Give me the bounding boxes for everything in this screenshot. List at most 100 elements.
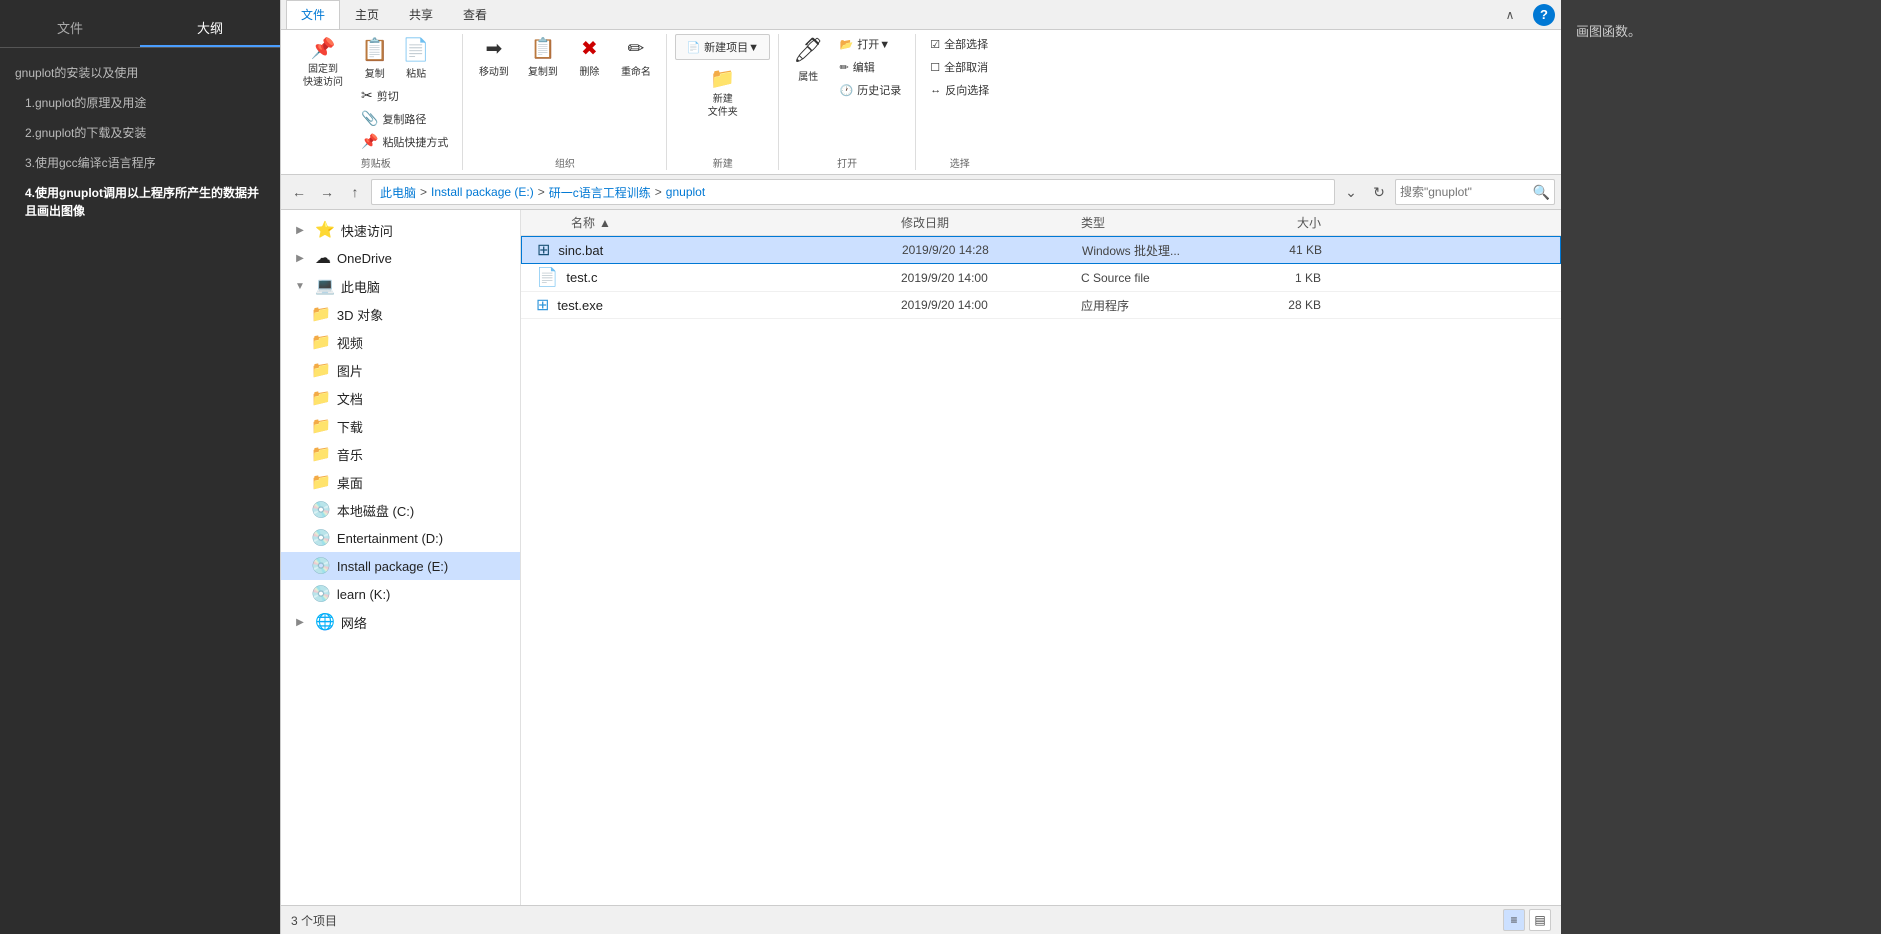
edit-button[interactable]: ✏ 编辑 [834,57,908,77]
tree-item-pictures[interactable]: 📁 图片 [281,356,520,384]
properties-button[interactable]: 🖊 属性 [787,34,829,86]
select-all-button[interactable]: ☑ 全部选择 [924,34,995,54]
copy-button[interactable]: 📋 复制 [355,34,394,83]
tree-item-network[interactable]: ▶ 🌐 网络 [281,608,520,636]
deselect-all-icon: ☐ [930,61,940,74]
nav-tree: ▶ ⭐ 快速访问 ▶ ☁ OneDrive ▼ 💻 此电脑 📁 3D 对象 [281,210,521,905]
path-part-pc[interactable]: 此电脑 [380,184,416,201]
copy-to-button[interactable]: 📋 复制到 [520,34,565,81]
col-date[interactable]: 修改日期 [901,214,1081,231]
outline-item-0[interactable]: gnuplot的安装以及使用 [0,58,280,88]
music-icon: 📁 [311,444,331,464]
outline-item-3[interactable]: 3.使用gcc编译c语言程序 [0,148,280,178]
copy-label: 复制 [365,65,385,80]
col-type[interactable]: 类型 [1081,214,1241,231]
copy-path-label: 复制路径 [382,111,426,127]
up-button[interactable]: ↑ [343,180,367,204]
tree-item-quickaccess[interactable]: ▶ ⭐ 快速访问 [281,216,520,244]
list-view-button[interactable]: ≡ [1503,909,1525,931]
move-to-button[interactable]: ➡ 移动到 [471,34,516,81]
collapse-thispc-icon[interactable]: ▼ [291,277,309,295]
forward-button[interactable]: → [315,180,339,204]
file-name-cell: ⊞ test.exe [521,295,901,315]
outline-items: gnuplot的安装以及使用 1.gnuplot的原理及用途 2.gnuplot… [0,58,280,226]
3dobjects-icon: 📁 [311,304,331,324]
explorer-window: 文件 主页 共享 查看 ∧ ? 📌 固定到 快速访问 [280,0,1561,934]
tree-item-diskk[interactable]: 💿 learn (K:) [281,580,520,608]
outline-item-1[interactable]: 1.gnuplot的原理及用途 [0,88,280,118]
back-button[interactable]: ← [287,180,311,204]
cut-button[interactable]: ✂ 剪切 [355,85,454,106]
table-row[interactable]: 📄 test.c 2019/9/20 14:00 C Source file 1… [521,264,1561,292]
ribbon-tab-share[interactable]: 共享 [394,0,448,29]
tab-dagang[interactable]: 大纲 [140,10,280,47]
ribbon-tab-view[interactable]: 查看 [448,0,502,29]
file-size-cell: 1 KB [1241,271,1341,285]
select-all-label: 全部选择 [944,36,988,52]
col-name[interactable]: 名称 ▲ [521,214,901,231]
file-list: 名称 ▲ 修改日期 类型 大小 ⊞ sinc.bat 2019/9/20 14:… [521,210,1561,905]
path-part-study[interactable]: 研一c语言工程训练 [549,184,651,201]
search-input[interactable] [1400,185,1533,199]
diskk-label: learn (K:) [337,587,510,602]
tree-item-diske[interactable]: 💿 Install package (E:) [281,552,520,580]
detail-view-button[interactable]: ▤ [1529,909,1551,931]
table-row[interactable]: ⊞ sinc.bat 2019/9/20 14:28 Windows 批处理..… [521,236,1561,264]
table-row[interactable]: ⊞ test.exe 2019/9/20 14:00 应用程序 28 KB [521,292,1561,319]
search-box[interactable]: 🔍 [1395,179,1555,205]
quickaccess-icon: ⭐ [315,220,335,240]
history-button[interactable]: 🕐 历史记录 [834,80,908,100]
documents-icon: 📁 [311,388,331,408]
file-type-cell: 应用程序 [1081,297,1241,314]
col-size[interactable]: 大小 [1241,214,1341,231]
paste-shortcut-button[interactable]: 📌 粘贴快捷方式 [355,131,454,152]
rename-button[interactable]: ✏ 重命名 [613,34,658,81]
dropdown-button[interactable]: ⌄ [1339,180,1363,204]
delete-button[interactable]: ✖ 删除 [569,34,609,81]
outline-item-4[interactable]: 4.使用gnuplot调用以上程序所产生的数据并且画出图像 [0,178,280,226]
path-part-gnuplot[interactable]: gnuplot [666,185,705,199]
history-icon: 🕐 [840,84,854,97]
ribbon-tab-home[interactable]: 主页 [340,0,394,29]
outline-item-2[interactable]: 2.gnuplot的下载及安装 [0,118,280,148]
tree-item-downloads[interactable]: 📁 下载 [281,412,520,440]
collapse-onedrive-icon[interactable]: ▶ [291,249,309,267]
new-folder-button[interactable]: 📁 新建 文件夹 [702,64,744,122]
tree-item-diskd[interactable]: 💿 Entertainment (D:) [281,524,520,552]
collapse-ribbon-button[interactable]: ∧ [1499,4,1521,26]
cut-label: 剪切 [377,88,399,104]
ribbon-tab-file[interactable]: 文件 [286,0,340,29]
downloads-icon: 📁 [311,416,331,436]
tree-item-diskc[interactable]: 💿 本地磁盘 (C:) [281,496,520,524]
paste-button[interactable]: 📄 粘贴 [396,34,435,83]
thispc-label: 此电脑 [341,277,510,296]
tree-item-onedrive[interactable]: ▶ ☁ OneDrive [281,244,520,272]
file-type-cell: C Source file [1081,271,1241,285]
clipboard-label: 剪贴板 [361,152,391,170]
tree-item-music[interactable]: 📁 音乐 [281,440,520,468]
tree-item-3dobjects[interactable]: 📁 3D 对象 [281,300,520,328]
properties-icon: 🖊 [793,37,823,66]
address-path[interactable]: 此电脑 > Install package (E:) > 研一c语言工程训练 >… [371,179,1335,205]
tree-item-thispc[interactable]: ▼ 💻 此电脑 [281,272,520,300]
file-name-cell: ⊞ sinc.bat [522,240,902,260]
pin-quick-access-button[interactable]: 📌 固定到 快速访问 [297,34,349,92]
tree-item-desktop[interactable]: 📁 桌面 [281,468,520,496]
copy-path-button[interactable]: 📎 复制路径 [355,108,454,129]
refresh-button[interactable]: ↻ [1367,180,1391,204]
file-size-cell: 41 KB [1242,243,1342,257]
new-item-button[interactable]: 📄 新建项目▼ [675,34,770,60]
help-button[interactable]: ? [1533,4,1555,26]
deselect-all-button[interactable]: ☐ 全部取消 [924,57,995,77]
ribbon-group-open: 🖊 属性 📂 打开▼ ✏ 编辑 🕐 [779,34,916,170]
tree-item-documents[interactable]: 📁 文档 [281,384,520,412]
invert-selection-button[interactable]: ↔ 反向选择 [924,80,995,100]
tab-wenjian[interactable]: 文件 [0,10,140,47]
collapse-quickaccess-icon[interactable]: ▶ [291,221,309,239]
path-part-install[interactable]: Install package (E:) [431,185,534,199]
open-label: 打开▼ [857,36,890,52]
open-button[interactable]: 📂 打开▼ [834,34,908,54]
tree-item-videos[interactable]: 📁 视频 [281,328,520,356]
collapse-network-icon[interactable]: ▶ [291,613,309,631]
paste-shortcut-label: 粘贴快捷方式 [382,134,448,150]
